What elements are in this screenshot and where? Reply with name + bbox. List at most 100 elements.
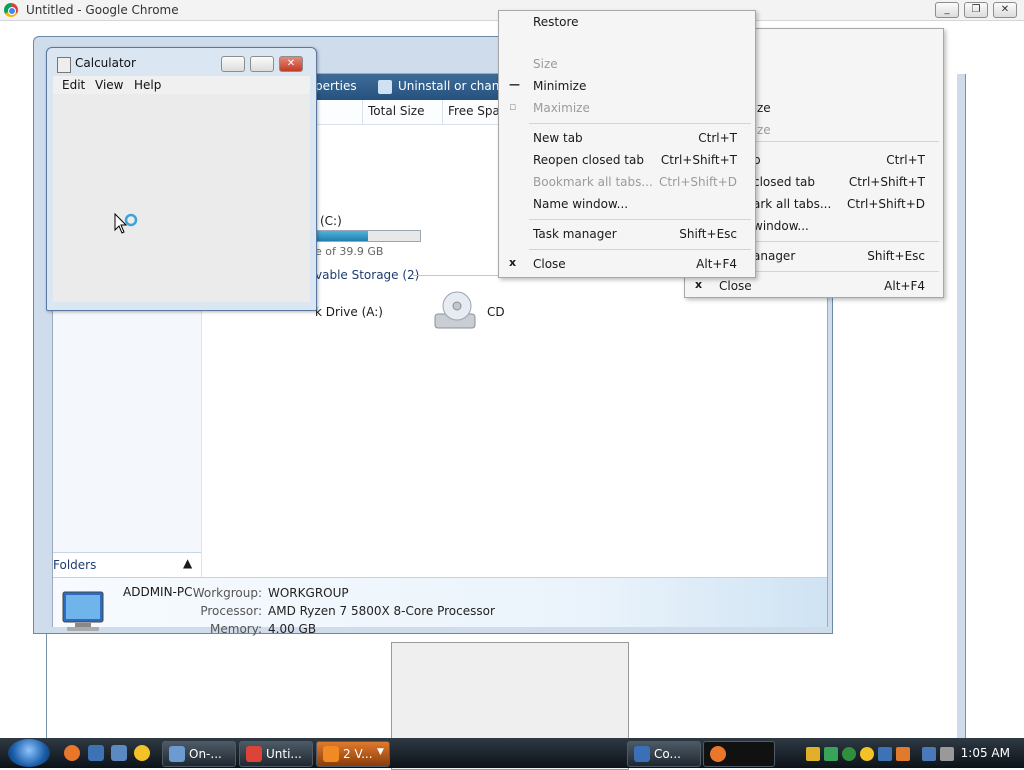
menu-item-label: Close bbox=[719, 279, 752, 293]
menu-item-maximize[interactable]: ▫ Maximize bbox=[499, 97, 755, 119]
menu-item-shortcut: Alt+F4 bbox=[884, 279, 925, 293]
menu-separator bbox=[529, 219, 751, 220]
workgroup-label: Workgroup: bbox=[192, 586, 262, 600]
messenger-tray-icon[interactable] bbox=[860, 747, 874, 761]
folders-label: Folders bbox=[53, 558, 97, 572]
menu-item-new-tab[interactable]: New tab Ctrl+T bbox=[499, 127, 755, 149]
menu-item-minimize[interactable]: — Minimize bbox=[499, 75, 755, 97]
taskbar-button-label: 2 V... bbox=[343, 747, 373, 761]
removable-storage-header[interactable]: vable Storage (2) bbox=[315, 268, 419, 282]
firefox-quicklaunch-icon[interactable] bbox=[64, 745, 80, 761]
switch-windows-icon[interactable] bbox=[111, 745, 127, 761]
menu-item-label: Reopen closed tab bbox=[533, 153, 644, 167]
clock[interactable]: 1:05 AM bbox=[961, 746, 1010, 760]
menu-item-shortcut: Ctrl+Shift+T bbox=[848, 175, 925, 189]
drive-c-usage-bar bbox=[303, 230, 421, 242]
back-menu-item[interactable]: Close x Alt+F4 bbox=[685, 275, 943, 297]
taskbar-app-icon bbox=[169, 746, 185, 762]
menu-item-label: Restore bbox=[533, 15, 579, 29]
menu-item-label: Maximize bbox=[533, 101, 590, 115]
close-icon: x bbox=[509, 256, 517, 269]
users-tray-icon[interactable] bbox=[842, 747, 856, 761]
calculator-minimize-button[interactable] bbox=[221, 56, 245, 72]
menu-item-label: Minimize bbox=[533, 79, 587, 93]
menu-item-label: Task manager bbox=[533, 227, 617, 241]
chrome-logo-icon bbox=[4, 3, 18, 17]
menu-item-close[interactable]: x Close Alt+F4 bbox=[499, 253, 755, 275]
calculator-close-button[interactable]: ✕ bbox=[279, 56, 303, 72]
menu-item-reopen-closed-tab[interactable]: Reopen closed tab Ctrl+Shift+T bbox=[499, 149, 755, 171]
menu-item-shortcut: Shift+Esc bbox=[867, 249, 925, 263]
calculator-body bbox=[53, 94, 310, 302]
taskbar-button-onscreen[interactable]: On-... bbox=[162, 741, 236, 767]
menu-item-label: ark all tabs... bbox=[753, 197, 832, 211]
menu-separator bbox=[529, 123, 751, 124]
menu-item-shortcut: Ctrl+Shift+D bbox=[847, 197, 925, 211]
taskbar-button-label: Unti... bbox=[266, 747, 302, 761]
menu-item-bookmark-all-tabs[interactable]: Bookmark all tabs... Ctrl+Shift+D bbox=[499, 171, 755, 193]
show-desktop-icon[interactable] bbox=[88, 745, 104, 761]
chrome-system-menu: Restore Size — Minimize ▫ Maximize New tab Ctrl… bbox=[498, 10, 756, 278]
menu-item-label: Close bbox=[533, 257, 566, 271]
busy-cursor-icon bbox=[113, 212, 139, 238]
taskbar-button-computer[interactable]: Co... bbox=[627, 741, 701, 767]
drive-c-label[interactable]: (C:) bbox=[320, 214, 342, 228]
menu-item-task-manager[interactable]: Task manager Shift+Esc bbox=[499, 223, 755, 245]
properties-button[interactable]: perties bbox=[315, 79, 357, 93]
close-button[interactable]: ✕ bbox=[993, 2, 1017, 18]
uninstall-icon bbox=[378, 80, 392, 94]
cd-drive-icon[interactable] bbox=[433, 288, 479, 334]
vlc-tray-icon[interactable] bbox=[896, 747, 910, 761]
menu-item-label: closed tab bbox=[753, 175, 816, 189]
menu-item-label: Size bbox=[533, 57, 558, 71]
restore-button[interactable]: ❐ bbox=[964, 2, 988, 18]
calculator-window[interactable]: Calculator ✕ Edit View Help bbox=[46, 47, 317, 311]
minimize-icon: — bbox=[509, 78, 520, 91]
computer-icon bbox=[55, 590, 107, 636]
security-tray-icon[interactable] bbox=[806, 747, 820, 761]
taskbar-button-label: On-... bbox=[189, 747, 222, 761]
drive-c-free-space: e of 39.9 GB bbox=[315, 245, 384, 258]
taskbar: On-... Unti... 2 V... ▼ Co... 1:05 AM bbox=[0, 738, 1024, 768]
menu-item-shortcut: Ctrl+Shift+T bbox=[660, 153, 737, 167]
calculator-menu-bar: Edit View Help bbox=[53, 76, 310, 94]
window-title: Untitled - Google Chrome bbox=[26, 3, 179, 17]
floppy-drive-label[interactable]: k Drive (A:) bbox=[315, 305, 383, 319]
network-tray-icon[interactable] bbox=[824, 747, 838, 761]
menu-item-name-window[interactable]: Name window... bbox=[499, 193, 755, 215]
menu-item-label: ze bbox=[757, 101, 771, 115]
menu-item-restore[interactable]: Restore bbox=[499, 11, 755, 33]
column-separator bbox=[362, 100, 363, 124]
cd-drive-label[interactable]: CD bbox=[487, 305, 505, 319]
menu-item-shortcut: Alt+F4 bbox=[696, 257, 737, 271]
column-total-size[interactable]: Total Size bbox=[368, 104, 424, 118]
taskbar-button-label: Co... bbox=[654, 747, 681, 761]
taskbar-button-vlc-group[interactable]: 2 V... ▼ bbox=[316, 741, 390, 767]
chevron-down-icon: ▼ bbox=[377, 747, 384, 757]
memory-label: Memory: bbox=[210, 622, 262, 636]
menu-item-label: ze bbox=[757, 123, 771, 137]
menu-item-label: window... bbox=[753, 219, 809, 233]
details-pane: ADDMIN-PC Workgroup: WORKGROUP Processor… bbox=[53, 577, 827, 636]
menu-edit[interactable]: Edit bbox=[62, 78, 85, 92]
app-tray-icon[interactable] bbox=[878, 747, 892, 761]
folders-bar[interactable]: Folders ▲ bbox=[53, 552, 201, 577]
chevron-up-icon: ▲ bbox=[183, 556, 193, 570]
volume-muted-icon[interactable] bbox=[940, 747, 954, 761]
menu-item-shortcut: Ctrl+T bbox=[698, 131, 737, 145]
taskbar-button-chrome[interactable]: Unti... bbox=[239, 741, 313, 767]
menu-item-label: Name window... bbox=[533, 197, 629, 211]
display-tray-icon[interactable] bbox=[922, 747, 936, 761]
menu-item-size[interactable]: Size bbox=[499, 53, 755, 75]
start-button[interactable] bbox=[8, 739, 50, 767]
menu-help[interactable]: Help bbox=[134, 78, 161, 92]
minimize-button[interactable]: _ bbox=[935, 2, 959, 18]
firefox-icon bbox=[710, 746, 726, 762]
taskbar-button-firefox[interactable] bbox=[703, 741, 775, 767]
menu-view[interactable]: View bbox=[95, 78, 123, 92]
computer-icon bbox=[634, 746, 650, 762]
calculator-restore-button[interactable] bbox=[250, 56, 274, 72]
menu-item-shortcut: Ctrl+Shift+D bbox=[659, 175, 737, 189]
messenger-icon[interactable] bbox=[134, 745, 150, 761]
window-border bbox=[957, 74, 965, 738]
